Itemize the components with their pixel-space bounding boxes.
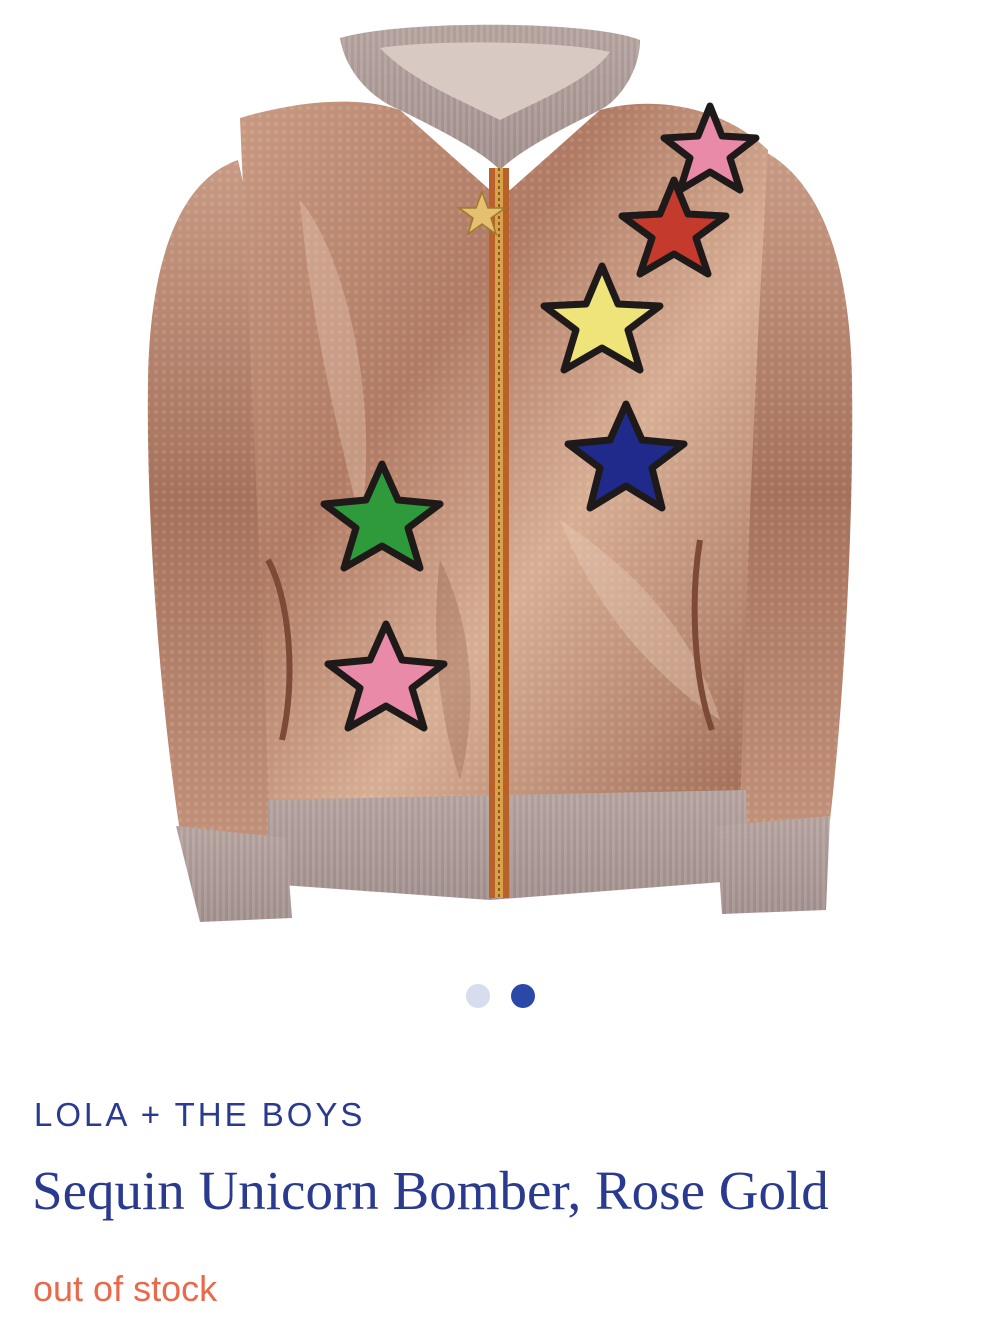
carousel-dot-1[interactable] [465, 984, 490, 1008]
brand-name[interactable]: LOLA + THE BOYS [34, 1093, 365, 1137]
product-page: LOLA + THE BOYS Sequin Unicorn Bomber, R… [0, 0, 1000, 1333]
product-image [147, 24, 853, 922]
stock-status: out of stock [33, 1268, 218, 1309]
product-image-gallery[interactable] [0, 0, 1000, 960]
carousel-dot-2-active[interactable] [510, 984, 535, 1008]
product-title: Sequin Unicorn Bomber, Rose Gold [32, 1160, 829, 1221]
carousel-pagination [0, 982, 1000, 1010]
